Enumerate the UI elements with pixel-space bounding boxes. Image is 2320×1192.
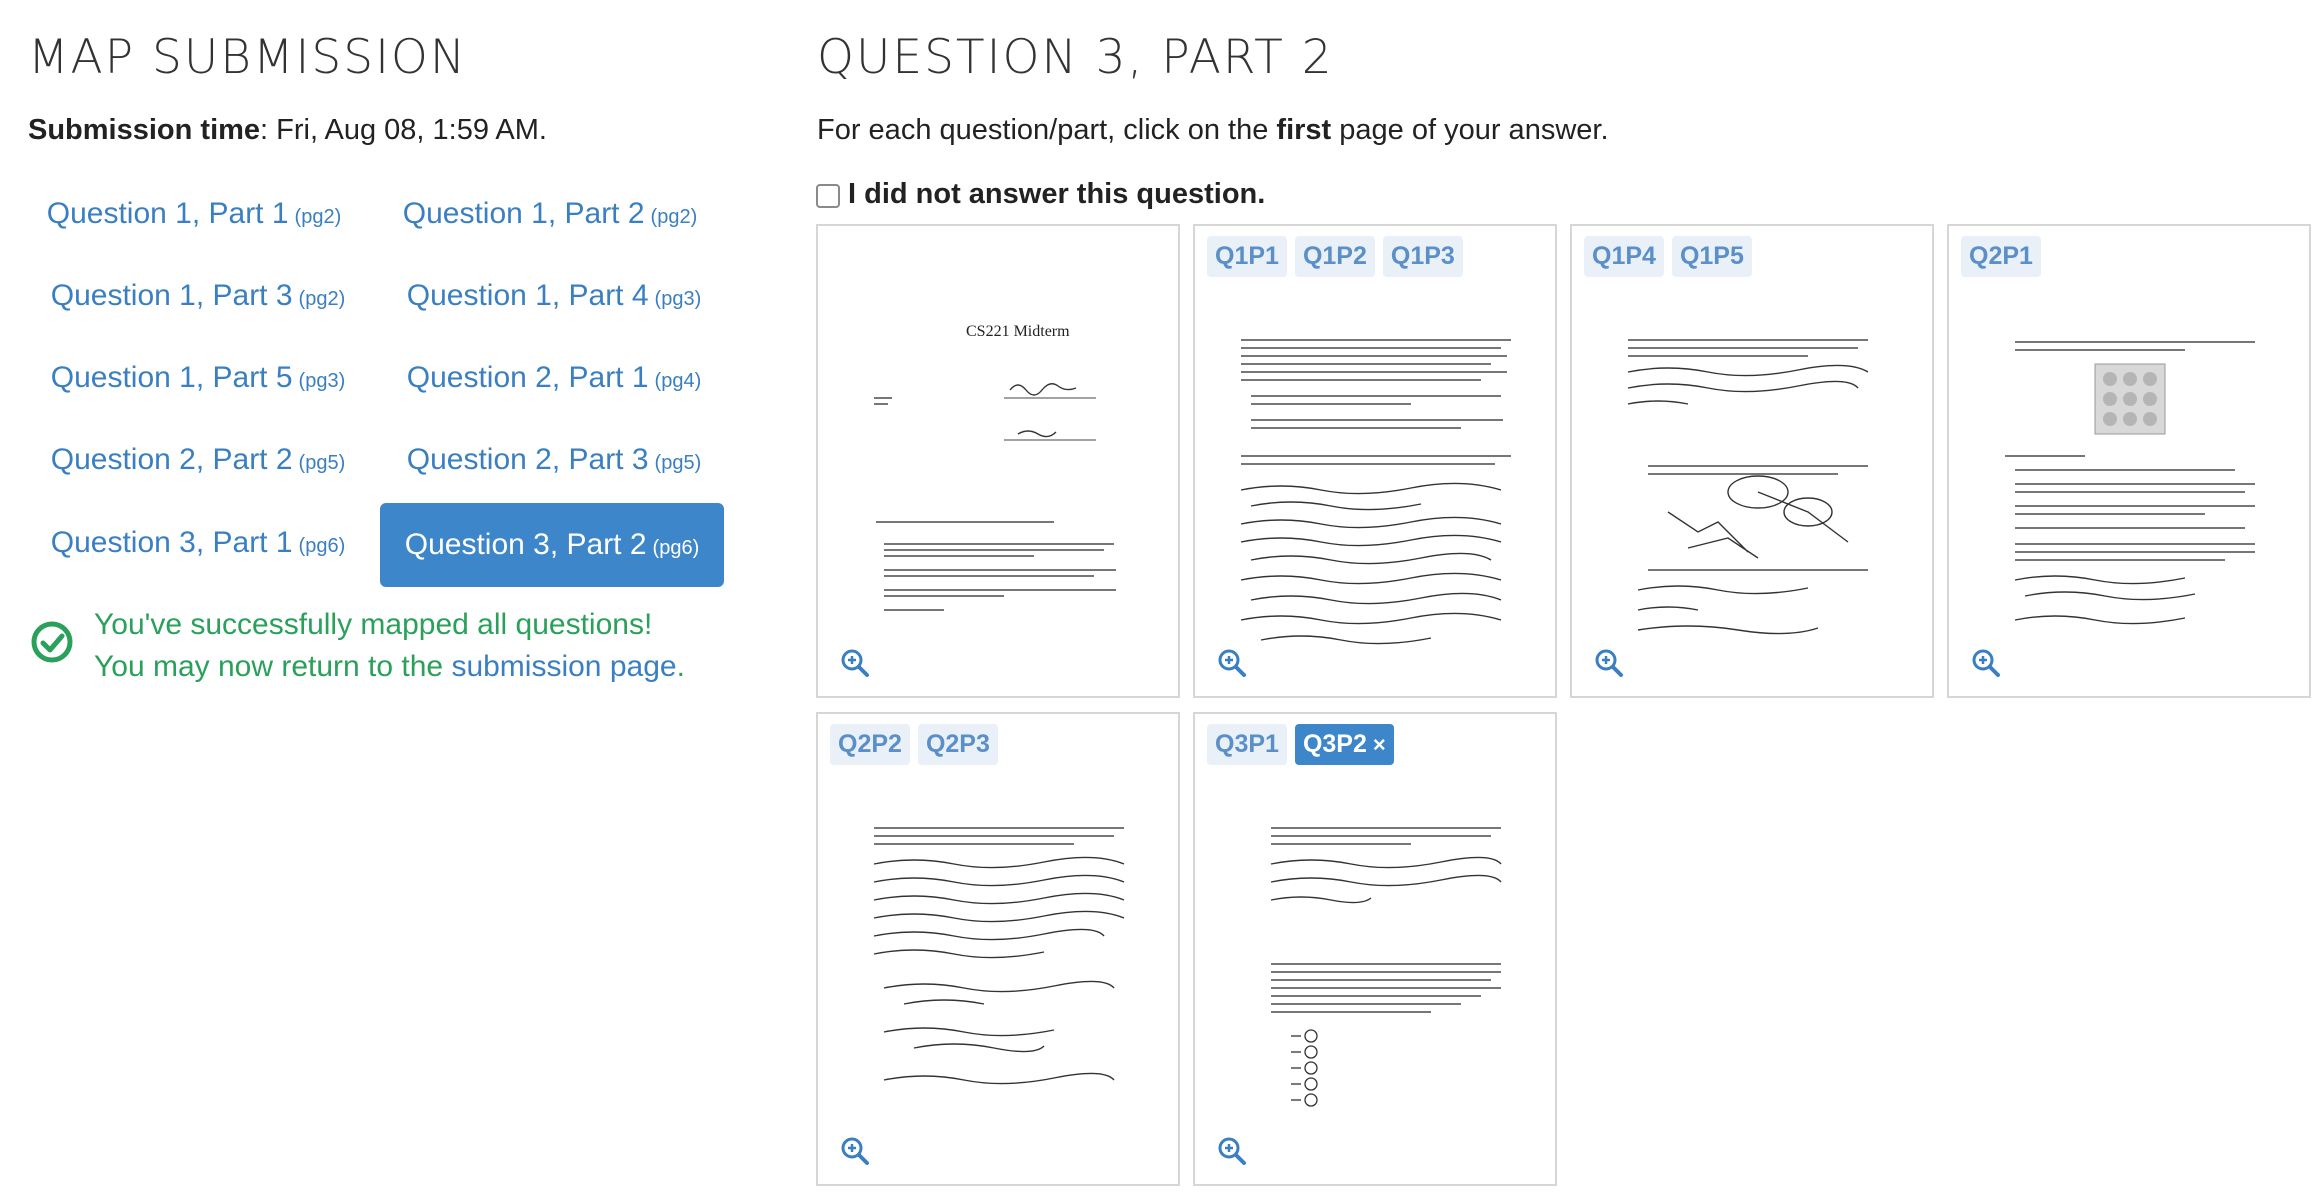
instruction-bold: first (1276, 114, 1332, 146)
page-image-2 (1240, 339, 1511, 645)
page-thumbnail-2[interactable]: Q1P1 Q1P2 Q1P3 (1193, 224, 1557, 698)
zoom-icon[interactable] (1217, 1136, 1247, 1166)
no-answer-label: I did not answer this question. (848, 178, 1266, 210)
submission-time-value: : Fri, Aug 08, 1:59 AM. (260, 114, 547, 146)
success-line-2-text: You may now return to the (94, 650, 452, 683)
question-label: Question 2, Part 2 (50, 443, 293, 476)
zoom-icon[interactable] (1217, 648, 1247, 678)
zoom-icon[interactable] (840, 648, 870, 678)
page-image-4 (2005, 341, 2255, 625)
remove-tag-icon[interactable]: × (1373, 732, 1386, 757)
page-tags: Q2P2 Q2P3 (830, 724, 998, 765)
question-page: (pg6) (652, 537, 700, 559)
page-image-3 (1627, 339, 1869, 635)
no-answer-checkbox[interactable] (816, 184, 840, 208)
page-image-1: CS221 Midterm (874, 323, 1116, 611)
question-page: (pg2) (294, 206, 342, 228)
tag-q1p4[interactable]: Q1P4 (1584, 236, 1664, 277)
submission-time-label: Submission time (28, 114, 261, 146)
page-image-5 (873, 827, 1125, 1085)
tag-q2p3[interactable]: Q2P3 (917, 724, 998, 765)
page-thumbnail-6[interactable]: Q3P1 Q3P2 × (1193, 712, 1557, 1186)
question-page: (pg5) (654, 452, 702, 474)
tag-q1p3[interactable]: Q1P3 (1382, 236, 1463, 277)
tag-q3p2-selected[interactable]: Q3P2 × (1294, 724, 1394, 765)
question-label: Question 3, Part 1 (50, 526, 293, 559)
question-label: Question 1, Part 4 (406, 279, 649, 312)
question-link-q2p2[interactable]: Question 2, Part 2 (pg5) (36, 420, 360, 500)
question-link-q1p2[interactable]: Question 1, Part 2 (pg2) (380, 174, 720, 254)
success-line-2-end: . (676, 650, 685, 683)
tag-q1p2[interactable]: Q1P2 (1294, 236, 1375, 277)
question-page: (pg2) (650, 206, 698, 228)
page-thumbnail-3[interactable]: Q1P4 Q1P5 (1570, 224, 1934, 698)
doc-title: CS221 Midterm (966, 323, 1070, 340)
question-label: Question 3, Part 2 (404, 528, 647, 561)
question-label: Question 1, Part 5 (50, 361, 293, 394)
question-title: QUESTION 3, PART 2 (817, 30, 1334, 85)
question-page: (pg3) (654, 288, 702, 310)
zoom-icon[interactable] (1594, 648, 1624, 678)
question-page: (pg6) (298, 535, 346, 557)
zoom-icon[interactable] (1971, 648, 2001, 678)
page-thumbnail-4[interactable]: Q2P1 (1947, 224, 2311, 698)
tag-q1p1[interactable]: Q1P1 (1207, 236, 1287, 277)
success-message: You've successfully mapped all questions… (94, 604, 685, 688)
instruction-prefix: For each question/part, click on the (817, 114, 1277, 146)
question-page: (pg5) (298, 452, 346, 474)
question-page: (pg2) (298, 288, 346, 310)
submission-time: Submission time: Fri, Aug 08, 1:59 AM. (28, 114, 547, 147)
question-link-q1p4[interactable]: Question 1, Part 4 (pg3) (384, 256, 724, 336)
tag-label: Q3P2 (1302, 730, 1367, 758)
tag-q2p2[interactable]: Q2P2 (830, 724, 910, 765)
submission-page-link[interactable]: submission page (451, 650, 676, 683)
page-tags: Q1P1 Q1P2 Q1P3 (1207, 236, 1463, 277)
question-link-q1p3[interactable]: Question 1, Part 3 (pg2) (36, 256, 360, 336)
page-tags: Q1P4 Q1P5 (1584, 236, 1752, 277)
question-link-q1p1[interactable]: Question 1, Part 1 (pg2) (36, 174, 352, 254)
tag-q2p1[interactable]: Q2P1 (1961, 236, 2041, 277)
instruction-suffix: page of your answer. (1331, 114, 1609, 146)
question-link-q2p3[interactable]: Question 2, Part 3 (pg5) (384, 420, 724, 500)
question-label: Question 1, Part 1 (46, 197, 289, 230)
map-submission-title: MAP SUBMISSION (28, 30, 468, 85)
page-thumbnail-1[interactable]: CS221 Midterm (816, 224, 1180, 698)
tag-q3p1[interactable]: Q3P1 (1207, 724, 1287, 765)
question-link-q1p5[interactable]: Question 1, Part 5 (pg3) (36, 338, 360, 418)
question-page: (pg4) (654, 370, 702, 392)
zoom-icon[interactable] (840, 1136, 870, 1166)
question-link-q2p1[interactable]: Question 2, Part 1 (pg4) (384, 338, 724, 418)
page-thumbnail-5[interactable]: Q2P2 Q2P3 (816, 712, 1180, 1186)
question-label: Question 1, Part 3 (50, 279, 293, 312)
question-label: Question 2, Part 1 (406, 361, 649, 394)
success-line-1: You've successfully mapped all questions… (94, 608, 653, 641)
success-line-2: You may now return to the submission pag… (94, 646, 685, 688)
question-link-q3p2-active[interactable]: Question 3, Part 2 (pg6) (380, 503, 724, 587)
question-label: Question 2, Part 3 (406, 443, 649, 476)
question-label: Question 1, Part 2 (402, 197, 645, 230)
instruction-text: For each question/part, click on the fir… (817, 114, 1609, 147)
question-link-q3p1[interactable]: Question 3, Part 1 (pg6) (36, 503, 360, 583)
question-page: (pg3) (298, 370, 346, 392)
page-tags: Q2P1 (1961, 236, 2041, 277)
success-check-icon (30, 620, 74, 664)
page-tags: Q3P1 Q3P2 × (1207, 724, 1394, 765)
tag-q1p5[interactable]: Q1P5 (1671, 236, 1752, 277)
page-image-6 (1270, 827, 1502, 1107)
